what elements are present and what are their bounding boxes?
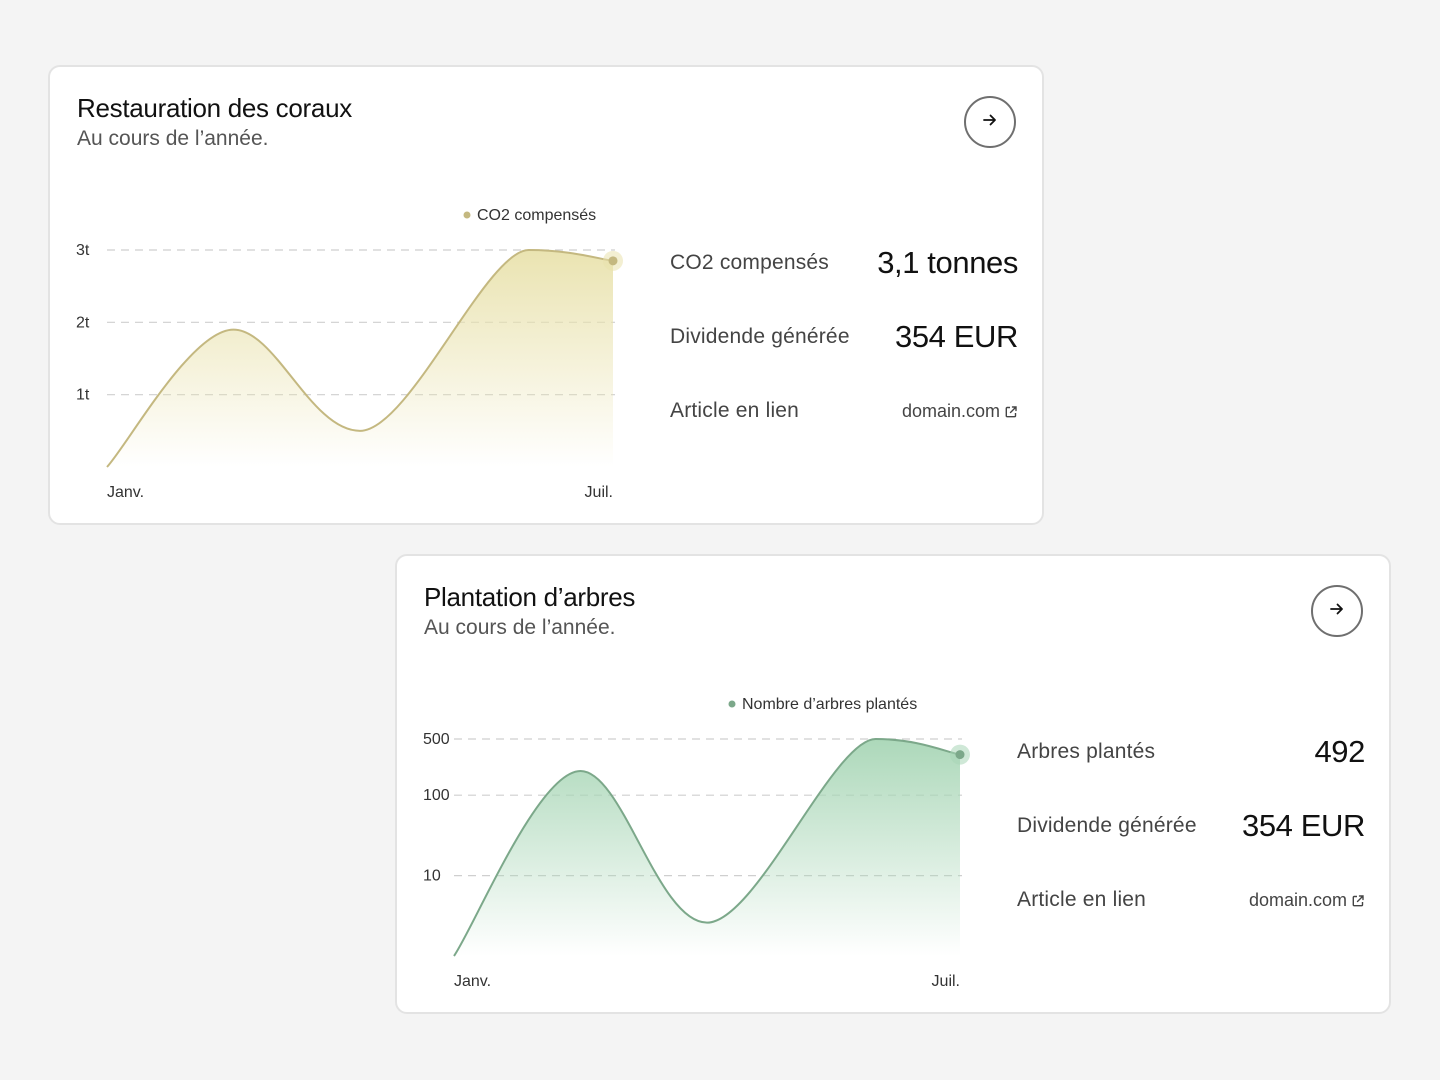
stat-value: 3,1 tonnes bbox=[877, 245, 1018, 280]
stat-label: Article en lien bbox=[670, 399, 800, 422]
y-tick-label: 2t bbox=[76, 314, 90, 331]
y-tick-label: 500 bbox=[423, 731, 450, 748]
x-tick-label: Juil. bbox=[585, 484, 613, 501]
stat-label: CO2 compensés bbox=[670, 251, 830, 274]
legend-marker bbox=[463, 211, 471, 219]
y-tick-label: 100 bbox=[423, 787, 450, 804]
stat-row-trees: Arbres plantés 492 bbox=[1017, 728, 1365, 778]
stat-label: Article en lien bbox=[1017, 888, 1147, 911]
end-point bbox=[608, 256, 618, 266]
legend-label: Nombre d’arbres plantés bbox=[742, 696, 917, 713]
area-fill bbox=[107, 250, 613, 467]
x-tick-label: Janv. bbox=[454, 973, 491, 990]
external-link-icon bbox=[1351, 894, 1365, 908]
y-tick-label: 10 bbox=[423, 868, 441, 885]
article-link-text: domain.com bbox=[901, 401, 1000, 421]
open-details-button[interactable] bbox=[1311, 585, 1363, 637]
stat-value: 354 EUR bbox=[1242, 808, 1365, 843]
end-point bbox=[955, 750, 965, 760]
stat-row-article: Article en lien domain.com bbox=[670, 387, 1018, 437]
article-link-text: domain.com bbox=[1248, 890, 1347, 910]
stat-row-dividend: Dividende générée 354 EUR bbox=[670, 313, 1018, 363]
stat-label: Dividende générée bbox=[670, 325, 850, 348]
stat-row-dividend: Dividende générée 354 EUR bbox=[1017, 802, 1365, 852]
stat-label: Dividende générée bbox=[1017, 814, 1197, 837]
y-tick-label: 3t bbox=[76, 242, 90, 259]
stat-row-article: Article en lien domain.com bbox=[1017, 876, 1365, 926]
open-details-button[interactable] bbox=[964, 96, 1016, 148]
legend-label: CO2 compensés bbox=[477, 207, 596, 224]
chart: 1t 2t 3t CO2 compensés Janv. Juil. bbox=[76, 207, 623, 501]
article-link[interactable]: domain.com bbox=[1249, 890, 1365, 911]
external-link-icon bbox=[1004, 405, 1018, 419]
article-link[interactable]: domain.com bbox=[902, 401, 1018, 422]
card-coral-restoration: Restauration des coraux Au cours de l’an… bbox=[48, 65, 1044, 525]
stat-value: 354 EUR bbox=[895, 319, 1018, 354]
stat-label: Arbres plantés bbox=[1017, 740, 1156, 763]
arrow-right-icon bbox=[1328, 600, 1346, 623]
card-tree-planting: Plantation d’arbres Au cours de l’année.… bbox=[395, 554, 1391, 1014]
x-tick-label: Janv. bbox=[107, 484, 144, 501]
arrow-right-icon bbox=[981, 111, 999, 134]
chart: 10 100 500 Nombre d’arbres plantés Janv. Juil… bbox=[423, 696, 970, 990]
y-tick-label: 1t bbox=[76, 387, 90, 404]
stat-value: 492 bbox=[1314, 734, 1365, 769]
x-tick-label: Juil. bbox=[932, 973, 960, 990]
stat-row-co2: CO2 compensés 3,1 tonnes bbox=[670, 239, 1018, 289]
legend-marker bbox=[728, 700, 736, 708]
